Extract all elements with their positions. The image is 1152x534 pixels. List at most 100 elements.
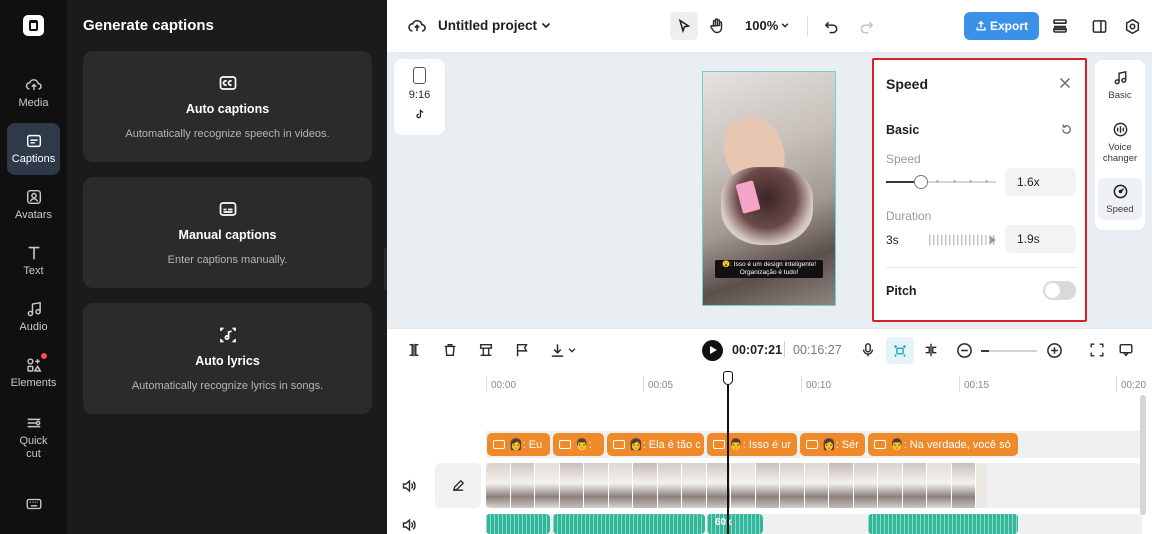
auto-lyrics-card[interactable]: Auto lyrics Automatically recognize lyri… <box>83 303 372 414</box>
current-time: 00:07:21 <box>732 343 783 357</box>
speed-value-input[interactable]: 1.6x <box>1005 168 1076 196</box>
duration-value-input[interactable]: 1.9s <box>1005 225 1076 253</box>
zoom-in-button[interactable] <box>1045 341 1063 359</box>
rail-item-label: Elements <box>10 377 57 389</box>
delete-button[interactable] <box>441 341 459 359</box>
caption-clip[interactable]: 👨: Isso é ur <box>707 433 797 456</box>
caption-clip[interactable]: 👩: Eu <box>487 433 550 456</box>
zoom-chevron-icon[interactable] <box>780 20 790 30</box>
rail-item-captions[interactable]: Captions <box>7 123 60 175</box>
select-tool-button[interactable] <box>670 12 698 40</box>
rail-item-text[interactable]: Text <box>7 235 60 287</box>
audio-icon <box>27 301 41 317</box>
caption-clip[interactable]: 👨: Na verdade, você só <box>868 433 1018 456</box>
audio-clip[interactable] <box>868 514 1018 534</box>
reset-icon[interactable] <box>1060 123 1073 136</box>
split-view-button[interactable] <box>1089 16 1109 36</box>
aspect-ratio-card[interactable]: 9:16 <box>394 59 445 135</box>
rail-item-elements[interactable]: Elements <box>7 347 60 399</box>
undo-button[interactable] <box>821 16 841 36</box>
ruler-tick <box>643 376 644 392</box>
caption-clip-icon <box>613 440 625 449</box>
timeline-zoom-slider[interactable] <box>981 350 1037 352</box>
total-time: 00:16:27 <box>793 343 842 357</box>
export-label: Export <box>989 19 1028 33</box>
auto-snap-button[interactable] <box>886 337 914 364</box>
video-frame <box>829 463 854 508</box>
video-frame <box>682 463 707 508</box>
freeze-frame-button[interactable] <box>477 341 495 359</box>
speed-slider[interactable] <box>886 175 996 189</box>
waveform <box>486 514 550 534</box>
manual-captions-card[interactable]: Manual captions Enter captions manually. <box>83 177 372 288</box>
playhead-handle[interactable] <box>723 371 733 385</box>
caption-clip[interactable]: 👩: Sér <box>800 433 865 456</box>
play-button[interactable] <box>702 340 723 361</box>
tab-voice-changer[interactable]: Voice changer <box>1098 116 1142 169</box>
ruler-tick <box>1116 376 1117 392</box>
video-subtitle[interactable]: 😮: Isso é um design inteligente! Organiz… <box>715 260 823 278</box>
caption-clip[interactable]: 👩: Ela é tão c <box>607 433 704 456</box>
caption-clip-icon <box>713 440 725 449</box>
project-title[interactable]: Untitled project <box>438 18 537 33</box>
pitch-toggle[interactable] <box>1043 281 1076 300</box>
video-frame <box>878 463 903 508</box>
download-button[interactable] <box>548 341 566 359</box>
caption-clip-text: 👩: Ela é tão c <box>629 439 701 451</box>
cloud-sync-icon[interactable] <box>407 16 427 36</box>
upload-icon <box>976 20 986 31</box>
redo-button[interactable] <box>856 16 876 36</box>
caption-clip[interactable]: 👨: <box>553 433 604 456</box>
chevron-down-icon[interactable] <box>540 19 552 31</box>
split-button[interactable] <box>405 341 423 359</box>
tab-speed[interactable]: Speed <box>1098 178 1142 220</box>
tab-basic[interactable]: Basic <box>1098 64 1142 106</box>
app-logo[interactable] <box>23 15 44 36</box>
audio-clip[interactable] <box>553 514 705 534</box>
zoom-level[interactable]: 100% <box>745 18 778 33</box>
playhead[interactable] <box>727 371 729 534</box>
edit-cover-button[interactable] <box>435 463 481 508</box>
audio-clip[interactable] <box>486 514 550 534</box>
rail-item-media[interactable]: Media <box>7 67 60 119</box>
slider-tick <box>985 180 988 183</box>
notification-dot <box>41 353 47 359</box>
audio-clip[interactable]: 60x <box>707 514 763 534</box>
marker-button[interactable] <box>513 341 531 359</box>
pitch-label: Pitch <box>886 284 917 298</box>
ruler-tick <box>486 376 487 392</box>
hand-tool-button[interactable] <box>705 14 729 38</box>
export-button[interactable]: Export <box>964 12 1039 40</box>
speed-icon <box>1113 184 1127 199</box>
rail-item-keyboard[interactable] <box>7 488 60 522</box>
split-icon <box>409 343 419 357</box>
arrow-right-icon <box>990 236 996 244</box>
close-icon[interactable] <box>1058 76 1072 90</box>
rail-item-audio[interactable]: Audio <box>7 291 60 343</box>
slider-tick <box>953 180 956 183</box>
link-button[interactable] <box>922 341 940 359</box>
rail-item-avatars[interactable]: Avatars <box>7 179 60 231</box>
rail-item-label: Text <box>23 265 44 277</box>
comment-button[interactable] <box>1117 341 1135 359</box>
zoom-out-button[interactable] <box>955 341 973 359</box>
left-rail: Media Captions Avatars Text Audio Elemen… <box>0 0 67 534</box>
download-chevron-icon[interactable] <box>567 345 577 355</box>
text-icon <box>28 246 39 260</box>
layers-button[interactable] <box>1050 16 1070 36</box>
video-preview[interactable]: 😮: Isso é um design inteligente! Organiz… <box>702 71 836 306</box>
record-voice-button[interactable] <box>859 341 877 359</box>
rail-item-quick-cut[interactable]: Quick cut <box>7 408 60 466</box>
auto-captions-card[interactable]: Auto captions Automatically recognize sp… <box>83 51 372 162</box>
property-tabs: Basic Voice changer Speed <box>1095 60 1145 230</box>
video-clip[interactable] <box>486 463 987 508</box>
video-volume-icon[interactable] <box>401 478 417 494</box>
fit-timeline-button[interactable] <box>1088 341 1106 359</box>
layers-icon <box>1053 19 1067 33</box>
settings-button[interactable] <box>1122 16 1142 36</box>
audio-volume-icon[interactable] <box>401 517 417 533</box>
timeline-scrollbar[interactable] <box>1140 395 1146 515</box>
download-icon <box>551 343 563 357</box>
section-title: Basic <box>886 123 920 137</box>
speed-slider-handle[interactable] <box>914 175 929 189</box>
